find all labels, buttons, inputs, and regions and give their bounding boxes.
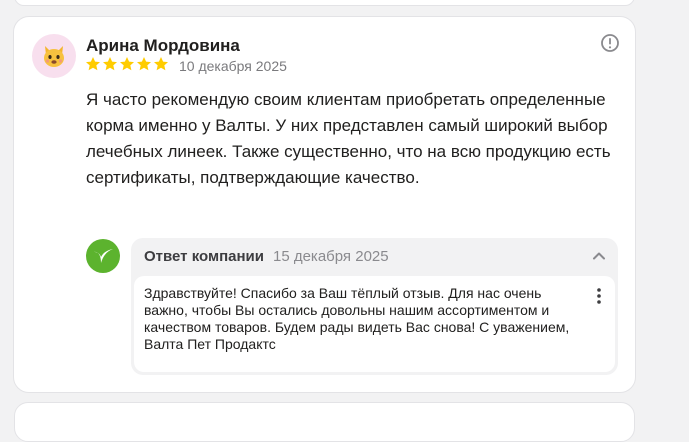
reply-text: Здравствуйте! Спасибо за Ваш тёплый отзы… bbox=[144, 285, 570, 352]
reply-date: 15 декабря 2025 bbox=[272, 248, 389, 265]
company-logo[interactable] bbox=[86, 239, 120, 273]
exclamation-circle-icon bbox=[601, 34, 619, 52]
star-icon bbox=[86, 57, 100, 71]
reply-title: Ответ компании bbox=[144, 248, 264, 265]
review-text: Я часто рекомендую своим клиентам приобр… bbox=[86, 90, 611, 187]
star-icon bbox=[103, 57, 117, 71]
review-date: 10 декабря 2025 bbox=[179, 58, 287, 74]
report-button[interactable] bbox=[600, 33, 620, 53]
more-options-button[interactable] bbox=[593, 286, 605, 306]
review-author[interactable]: Арина Мордовина bbox=[86, 36, 240, 56]
reply-body: Здравствуйте! Спасибо за Ваш тёплый отзы… bbox=[134, 276, 615, 372]
avatar[interactable] bbox=[32, 34, 76, 78]
next-review-card bbox=[14, 402, 635, 442]
review-card: Арина Мордовина 10 декабря 2025 Я часто … bbox=[13, 16, 636, 393]
rating-stars bbox=[85, 56, 169, 72]
reply-header: Ответ компании 15 декабря 2025 bbox=[144, 248, 389, 265]
collapse-reply-button[interactable] bbox=[590, 247, 608, 265]
star-icon bbox=[120, 57, 134, 71]
cat-emoji-icon bbox=[44, 46, 64, 67]
company-reply: Ответ компании 15 декабря 2025 Здравству… bbox=[131, 238, 618, 375]
more-vertical-icon bbox=[597, 288, 601, 304]
star-icon bbox=[154, 57, 168, 71]
chevron-up-icon bbox=[593, 252, 605, 260]
previous-review-card bbox=[14, 0, 635, 6]
company-logo-icon bbox=[94, 249, 113, 263]
star-icon bbox=[137, 57, 151, 71]
